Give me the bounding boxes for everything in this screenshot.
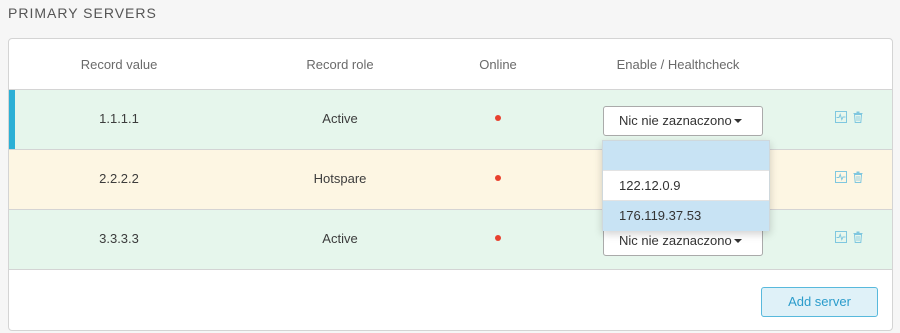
healthcheck-select-value: Nic nie zaznaczono <box>619 233 732 248</box>
online-status-indicator <box>495 235 501 241</box>
online-status-indicator <box>495 175 501 181</box>
chevron-down-icon <box>733 118 742 123</box>
record-value: 3.3.3.3 <box>99 231 139 246</box>
healthcheck-icon[interactable] <box>835 231 847 243</box>
record-role: Active <box>322 111 358 126</box>
dropdown-option-empty[interactable] <box>603 141 769 171</box>
healthcheck-select-value: Nic nie zaznaczono <box>619 113 732 128</box>
healthcheck-dropdown-menu: 122.12.0.9 176.119.37.53 <box>602 140 770 231</box>
healthcheck-icon[interactable] <box>835 111 847 123</box>
trash-icon[interactable] <box>852 171 864 183</box>
column-header-enable-healthcheck: Enable / Healthcheck <box>616 57 740 72</box>
dropdown-option[interactable]: 122.12.0.9 <box>603 171 769 201</box>
dropdown-option-highlighted[interactable]: 176.119.37.53 <box>603 201 769 231</box>
table-header: Record value Record role Online Enable /… <box>9 39 892 90</box>
chevron-down-icon <box>733 238 742 243</box>
add-server-button[interactable]: Add server <box>761 287 878 317</box>
column-header-record-value: Record value <box>80 57 158 72</box>
record-role: Hotspare <box>313 171 367 186</box>
column-header-record-role: Record role <box>306 57 374 72</box>
column-header-online: Online <box>479 57 517 72</box>
row-selected-indicator <box>9 90 15 149</box>
record-value: 2.2.2.2 <box>99 171 139 186</box>
healthcheck-icon[interactable] <box>835 171 847 183</box>
record-role: Active <box>322 231 358 246</box>
section-title: PRIMARY SERVERS <box>8 5 157 21</box>
trash-icon[interactable] <box>852 111 864 123</box>
trash-icon[interactable] <box>852 231 864 243</box>
online-status-indicator <box>495 115 501 121</box>
healthcheck-select[interactable]: Nic nie zaznaczono <box>603 106 763 136</box>
record-value: 1.1.1.1 <box>99 111 139 126</box>
